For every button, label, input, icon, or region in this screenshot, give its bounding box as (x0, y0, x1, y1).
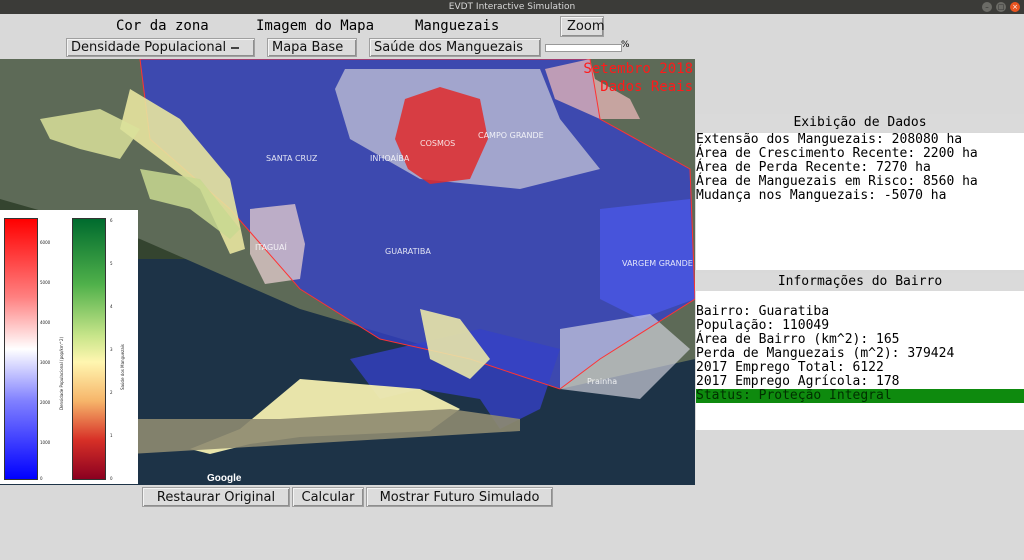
place-label: ITAGUAÍ (255, 243, 287, 252)
mangrove-health-colorbar (72, 218, 106, 480)
population-density-label: Densidade Populacional (pop/km^2) (59, 336, 64, 410)
window-controls: – □ × (982, 2, 1020, 12)
colorbar-tick: 6000 (40, 240, 51, 245)
population-density-colorbar (4, 218, 38, 480)
maximize-icon[interactable]: □ (996, 2, 1006, 12)
data-line: Área de Manguezais em Risco: 8560 ha (696, 174, 978, 189)
neighborhood-line: Perda de Manguezais (m^2): 379424 (696, 346, 955, 361)
map-image-select[interactable]: Mapa Base (267, 38, 357, 66)
colorbar-tick: 5 (110, 261, 113, 266)
zone-color-label: Cor da zona (116, 18, 209, 34)
neighborhood-line: 2017 Emprego Total: 6122 (696, 360, 884, 375)
place-label: COSMOS (420, 139, 456, 148)
zone-color-select[interactable]: Densidade Populacional (66, 38, 255, 57)
neighborhood-line: População: 110049 (696, 318, 830, 333)
map-date-label: Setembro 2018 (583, 61, 693, 77)
colorbar-tick: 0 (110, 476, 113, 481)
neighborhood-panel-title: Informações do Bairro (696, 273, 1024, 291)
map-image-label: Imagem do Mapa (256, 18, 375, 34)
restore-original-button[interactable]: Restaurar Original (142, 487, 290, 507)
colorbar-tick: 1 (110, 433, 113, 438)
data-line: Área de Crescimento Recente: 2200 ha (696, 146, 978, 161)
neighborhood-line: 2017 Emprego Agrícola: 178 (696, 374, 900, 389)
place-label: SANTA CRUZ (266, 154, 318, 163)
percent-slider[interactable] (545, 44, 622, 52)
window-title: EVDT Interactive Simulation (448, 2, 576, 12)
colorbar-tick: 6 (110, 218, 113, 223)
data-panel: Extensão dos Manguezais: 208080 ha Área … (696, 133, 1024, 270)
mangroves-select-value: Saúde dos Manguezais (374, 40, 524, 55)
google-logo: Google (207, 473, 242, 484)
neighborhood-line: Bairro: Guaratiba (696, 304, 830, 319)
data-line: Mudança nos Manguezais: -5070 ha (696, 188, 947, 203)
zoom-button[interactable]: Zoom (560, 16, 604, 37)
mangroves-select[interactable]: Saúde dos Manguezais (369, 38, 541, 66)
zone-color-select-value: Densidade Populacional (71, 40, 227, 55)
colorbar-tick: 0 (40, 476, 43, 481)
data-line: Área de Perda Recente: 7270 ha (696, 160, 931, 175)
mangroves-label: Manguezais (415, 18, 500, 34)
slider-unit: % (621, 40, 630, 50)
window-titlebar: EVDT Interactive Simulation – □ × (0, 0, 1024, 14)
colorbar-tick: 2 (110, 390, 113, 395)
neighborhood-line: Área de Bairro (km^2): 165 (696, 332, 900, 347)
status-badge: Status: Proteção Integral (696, 389, 1024, 403)
mangrove-health-label: Saúde dos Manguezais (120, 344, 125, 390)
colorbar-tick: 4 (110, 304, 113, 309)
colorbar-tick: 1000 (40, 440, 51, 445)
place-label: Prainha (587, 377, 618, 386)
place-label: CAMPO GRANDE (478, 131, 544, 140)
place-label: INHOAÍBA (370, 154, 410, 163)
colorbar-tick: 4000 (40, 320, 51, 325)
colorbar-tick: 2000 (40, 400, 51, 405)
show-future-button[interactable]: Mostrar Futuro Simulado (366, 487, 553, 507)
data-panel-title: Exibição de Dados (696, 114, 1024, 132)
colorbar-tick: 5000 (40, 280, 51, 285)
data-line: Extensão dos Manguezais: 208080 ha (696, 132, 963, 147)
place-label: GUARATIBA (385, 247, 431, 256)
neighborhood-panel: Bairro: Guaratiba População: 110049 Área… (696, 291, 1024, 430)
calculate-button[interactable]: Calcular (292, 487, 364, 507)
colorbar-tick: 3000 (40, 360, 51, 365)
map-legend: 6000 5000 4000 3000 2000 1000 0 Densidad… (0, 210, 138, 484)
colorbar-tick: 3 (110, 347, 113, 352)
place-label: VARGEM GRANDE (622, 259, 693, 268)
map-image-select-value: Mapa Base (272, 40, 344, 55)
minimize-icon[interactable]: – (982, 2, 992, 12)
close-icon[interactable]: × (1010, 2, 1020, 12)
menu-indicator-icon (231, 46, 240, 49)
map-data-label: Dados Reais (600, 79, 693, 95)
